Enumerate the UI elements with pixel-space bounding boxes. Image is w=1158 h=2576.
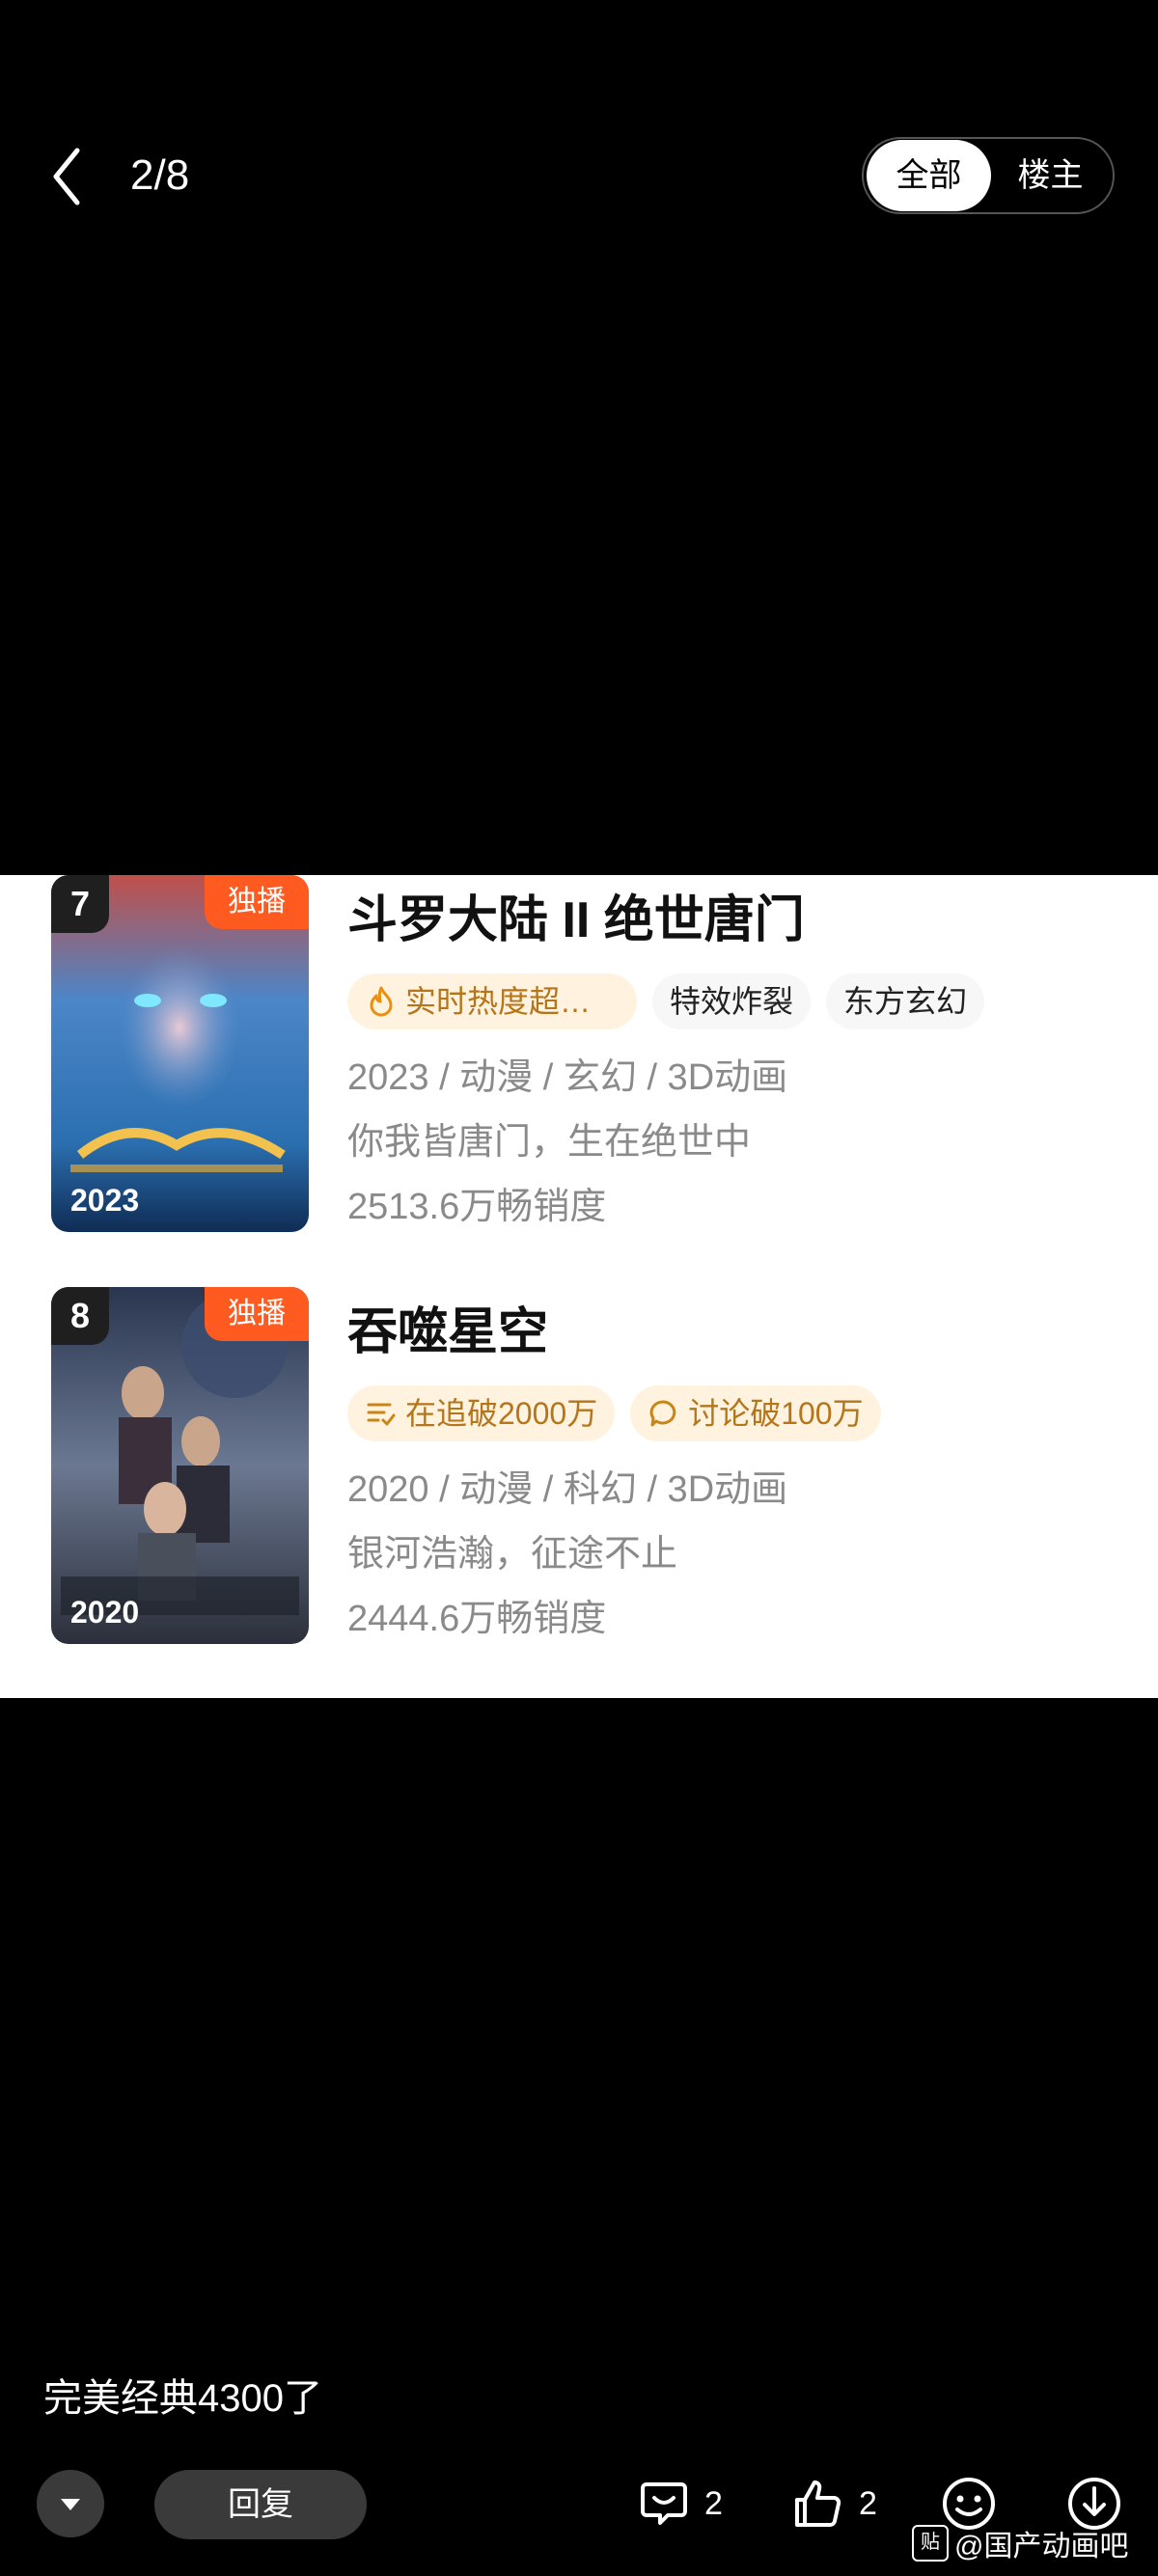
filter-op-option[interactable]: 楼主 [991,140,1110,211]
tag-label: 讨论破100万 [688,1396,864,1431]
tag-genre[interactable]: 东方玄幻 [826,973,985,1029]
chevron-left-icon [53,148,80,206]
comment-icon [641,2482,687,2525]
expand-button[interactable] [37,2470,104,2537]
caret-down-icon [61,2499,80,2510]
item-meta: 2023 / 动漫 / 玄幻 / 3D动画 [347,1057,788,1098]
page-counter: 2/8 [130,151,190,199]
list-item[interactable]: 7 独播 2023 斗罗大陆 II 绝世唐门 实时热度超… 特效炸裂 东方玄幻 … [0,875,1158,1232]
tag-label: 在追破2000万 [405,1396,598,1431]
rank-badge: 8 [51,1287,109,1345]
poster-image[interactable]: 7 独播 2023 [51,875,309,1232]
watermark-text: @国产动画吧 [954,2531,1129,2562]
tag-effects[interactable]: 特效炸裂 [652,973,812,1029]
like-button[interactable]: 2 [791,2470,877,2537]
screenshot-card: 7 独播 2023 斗罗大陆 II 绝世唐门 实时热度超… 特效炸裂 东方玄幻 … [0,875,1158,1698]
tag-label: 东方玄幻 [843,984,968,1019]
comment-text: 完美经典4300了 [43,2377,322,2420]
tag-label: 实时热度超… [405,984,592,1019]
thumbs-up-icon [795,2480,841,2527]
filter-all-option[interactable]: 全部 [867,140,991,211]
poster-year: 2023 [70,1183,140,1218]
back-button[interactable] [46,145,89,208]
like-count: 2 [859,2484,877,2522]
flame-icon [370,986,393,1017]
exclusive-badge: 独播 [205,1287,309,1341]
list-icon [367,1403,396,1426]
filter-toggle[interactable]: 全部 楼主 [862,137,1115,214]
tag-row: 实时热度超… 特效炸裂 东方玄幻 [347,973,985,1029]
item-sales: 2513.6万畅销度 [347,1187,607,1227]
tieba-icon: 贴 [912,2525,949,2562]
comment-button[interactable]: 2 [637,2470,723,2537]
tag-following[interactable]: 在追破2000万 [347,1385,616,1441]
tag-discussion[interactable]: 讨论破100万 [630,1385,881,1441]
poster-year: 2020 [70,1595,140,1630]
rank-badge: 7 [51,875,109,933]
list-item[interactable]: 8 独播 2020 吞噬星空 在追破2000万 讨论破100万 2020 / 动… [0,1287,1158,1644]
exclusive-badge: 独播 [205,875,309,929]
poster-image[interactable]: 8 独播 2020 [51,1287,309,1644]
tag-label: 特效炸裂 [670,984,794,1019]
item-sales: 2444.6万畅销度 [347,1599,607,1639]
tag-row: 在追破2000万 讨论破100万 [347,1385,881,1441]
item-meta: 2020 / 动漫 / 科幻 / 3D动画 [347,1469,788,1510]
item-title[interactable]: 斗罗大陆 II 绝世唐门 [347,887,805,954]
item-title[interactable]: 吞噬星空 [347,1299,548,1366]
comment-count: 2 [704,2484,723,2522]
chat-icon [649,1400,676,1427]
reply-button[interactable]: 回复 [154,2470,367,2539]
item-tagline: 银河浩瀚，征途不止 [347,1534,678,1575]
item-tagline: 你我皆唐门，生在绝世中 [347,1122,752,1163]
tag-hot[interactable]: 实时热度超… [347,973,637,1029]
watermark: 贴 @国产动画吧 [912,2522,1128,2564]
